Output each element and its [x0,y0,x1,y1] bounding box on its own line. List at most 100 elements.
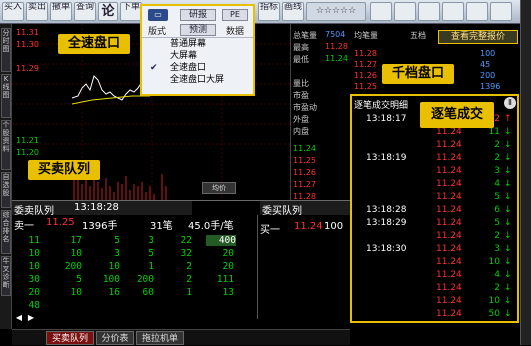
settings-button[interactable] [490,2,512,21]
arrow-down-icon: ↓ [504,166,512,176]
tick-volume: 6 [494,205,500,215]
view-full-quote-button[interactable]: 查看完整报价 [438,30,518,44]
buy-level-label: 买一 [260,225,280,236]
tab-profile[interactable]: 个股资料 [1,120,11,170]
menu-item-full-speed[interactable]: 全速盘口 [142,62,253,74]
sell-button[interactable]: 卖出 [26,2,48,21]
arrow-down-icon: ↓ [504,283,512,293]
menu-item-large[interactable]: 大屏幕 [142,50,253,62]
scroll-left-icon[interactable]: ◀ [14,313,24,323]
arrow-down-icon: ↓ [504,231,512,241]
buy-button[interactable]: 买入 [2,2,24,21]
tick-row: 11.24 11 ↓ [352,127,517,139]
tick-price: 11.24 [436,283,462,293]
layout-icon[interactable]: ▭ [148,9,168,21]
news-button[interactable] [370,2,392,21]
level2-button[interactable] [418,2,440,21]
sell-level-price: 11.25 [46,217,75,228]
data-button[interactable]: 数据 [226,24,244,37]
order-queue-panel: 委卖队列 13:18:28 委买队列 1396手 31笔 45.0手/笔 卖一 … [12,200,350,329]
tick-row: 11.24 10 ↓ [352,257,517,269]
annotation-queue: 买卖队列 [28,160,100,180]
tick-row: 13:18:30 11.24 3 ↓ [352,244,517,256]
tick-price: 11.24 [436,166,462,176]
tick-volume: 3 [494,244,500,254]
forecast-button[interactable]: 预测 [180,24,216,36]
axis-label-4: 11.21 [16,136,39,145]
queue-cell: 5 [148,248,154,259]
pause-icon[interactable]: Ⅱ [504,97,516,109]
left-sidebar: 分时图 K线图 个股资料 自选股 综合排名 牛叉诊断 [0,24,12,329]
scroll-right-icon[interactable]: ▶ [26,313,36,323]
tick-row: 11.24 50 ↓ [352,309,517,321]
price-level-4: 11.27 [293,180,316,189]
queue-row: 20 10 16 60 1 13 [12,287,350,301]
buy-level-qty: 100 [324,221,344,232]
tab-tractor-orders[interactable]: 拖拉机单 [136,331,184,345]
queue-cell: 2 [186,261,192,272]
level-price-col: 11.28 11.27 11.26 11.25 [354,49,377,91]
tick-price: 11.24 [436,153,462,163]
tick-volume: 2 [494,231,500,241]
tick-row: 11.24 3 ↓ [352,166,517,178]
queue-cell: 20 [28,287,40,298]
tick-row: 13:18:29 11.24 5 ↓ [352,218,517,230]
queue-row: 10 200 10 1 2 20 [12,261,350,275]
tick-volume: 4 [494,179,500,189]
right-scrollbar[interactable] [520,0,531,345]
queue-cell: 20 [222,248,234,259]
tick-row: 11.24 10 ↓ [352,296,517,308]
queue-cell: 3 [114,248,120,259]
queue-cell: 13 [222,287,234,298]
queue-cell: 32 [180,248,192,259]
queue-cell: 111 [216,274,234,285]
indicator-button[interactable]: 指标 [258,2,280,21]
axis-label-3: 11.29 [16,64,39,73]
tick-time: 13:18:19 [366,153,407,163]
tick-price: 11.24 [436,140,462,150]
tick-row: 11.24 2 ↓ [352,283,517,295]
tab-timeshare[interactable]: 分时图 [1,28,11,72]
queue-cell: 60 [142,287,154,298]
arrow-down-icon: ↓ [504,205,512,215]
level-qty-col: 100 45 200 1396 [480,49,501,91]
share-button[interactable] [466,2,488,21]
layout-menu[interactable]: ▭ 版式 研报 预测 PE 数据 普通屏幕 大屏幕 全速盘口 全速盘口大屏 [140,4,255,96]
tab-diagnosis[interactable]: 牛叉诊断 [1,256,11,296]
queue-cell: 20 [222,261,234,272]
annotation-level1000: 千档盘口 [382,64,454,84]
pe-button[interactable]: PE [222,9,248,21]
order-button[interactable]: 下单 [120,2,142,21]
menu-item-normal[interactable]: 普通屏幕 [142,38,253,50]
drawline-button[interactable]: 画线 [282,2,304,21]
menu-item-full-speed-large[interactable]: 全速盘口大屏 [142,74,253,86]
tick-price: 11.24 [436,205,462,215]
arrow-down-icon: ↓ [504,270,512,280]
toolbar: 买入 卖出 撤单 查询 论 下单 指标 画线 ☆☆☆☆☆ [0,0,531,24]
tick-row: 11.24 5 ↓ [352,192,517,204]
tick-price: 11.24 [436,270,462,280]
tick-title: 逐笔成交明细 [354,101,409,111]
cancel-order-button[interactable]: 撤单 [50,2,72,21]
tab-ranking[interactable]: 综合排名 [1,210,11,254]
tick-volume: 2 [494,153,500,163]
discuss-button[interactable]: 论 [98,2,118,21]
tab-order-queue[interactable]: 买卖队列 [46,331,94,345]
tick-detail-panel[interactable]: 逐笔成交明细 Ⅱ 13:18:1711.252↑11.2411↓11.242↓1… [350,94,519,323]
value-high: 11.28 [325,42,348,51]
tick-price: 11.24 [436,179,462,189]
menu-header: ▭ 版式 研报 预测 PE 数据 [142,6,253,38]
axis-label-top: 11.31 [16,28,39,37]
buy-queue-title: 委买队列 [262,206,302,217]
tab-kline[interactable]: K线图 [1,74,11,118]
forum-button[interactable] [394,2,416,21]
research-button[interactable]: 研报 [180,9,216,21]
arrow-down-icon: ↓ [504,127,512,137]
query-button[interactable]: 查询 [74,2,96,21]
arrow-up-icon: ↑ [504,114,512,124]
tab-watchlist[interactable]: 自选股 [1,172,11,208]
alert-button[interactable] [442,2,464,21]
axis-label-2: 11.30 [16,40,39,49]
tab-price-table[interactable]: 分价表 [96,331,134,345]
label-total-count: 总笔量 [293,31,317,40]
